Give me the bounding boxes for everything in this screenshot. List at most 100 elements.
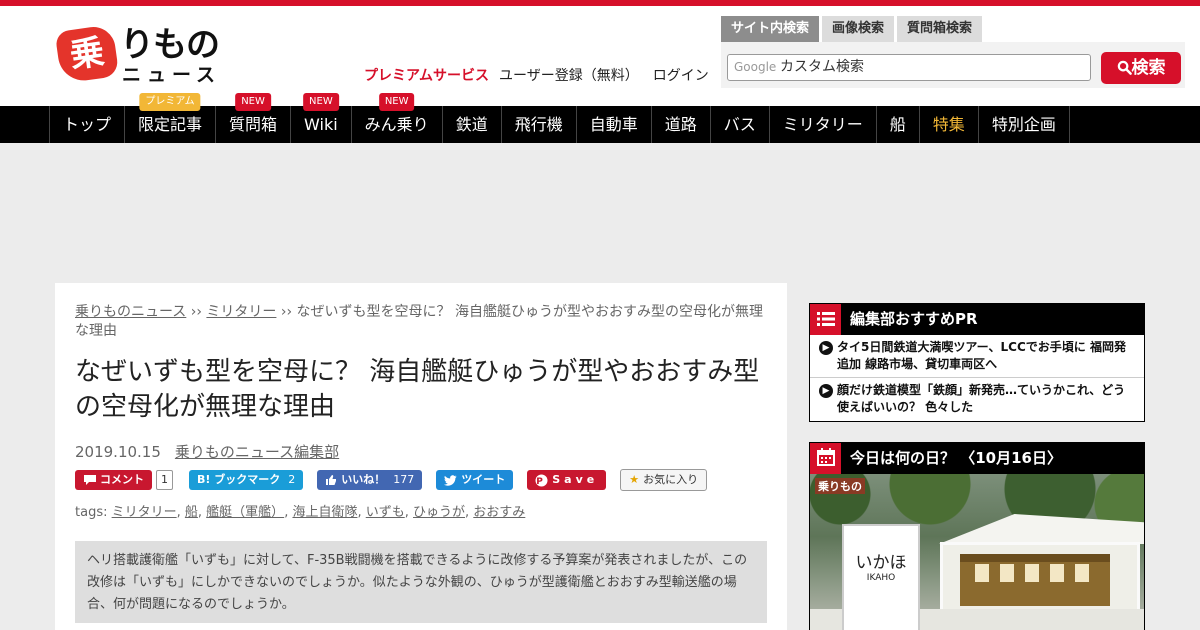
- article-tags: tags: ミリタリー, 船, 艦艇（軍艦）, 海上自衛隊, いずも, ひゅうが…: [75, 505, 526, 520]
- chevron-right-icon: ▶: [819, 384, 833, 398]
- article-date: 2019.10.15: [75, 443, 161, 461]
- tweet-button[interactable]: ツイート: [436, 470, 514, 490]
- nav-item-aircraft[interactable]: 飛行機: [502, 106, 577, 143]
- favorite-label: お気に入り: [643, 473, 699, 486]
- tag-link[interactable]: 海上自衛隊: [292, 505, 357, 520]
- favorite-button[interactable]: ★ お気に入り: [620, 469, 708, 491]
- search-button-label: 検索: [1131, 58, 1166, 78]
- register-link[interactable]: ユーザー登録（無料）: [499, 66, 639, 86]
- logo-mark: 乗: [67, 31, 107, 77]
- today-photo[interactable]: いかほ IKAHO 乗りもの: [810, 474, 1144, 630]
- pr-item-text: タイ5日間鉄道大満喫ツアー、LCCでお手頃に 福岡発追加 線路市場、貸切車両区へ: [837, 340, 1126, 371]
- tag-link[interactable]: 船: [185, 505, 198, 520]
- nav-item-wiki[interactable]: NEW Wiki: [291, 93, 352, 143]
- article-author[interactable]: 乗りものニュース編集部: [175, 443, 339, 461]
- like-label: いいね！: [341, 473, 386, 486]
- header-links: プレミアムサービス ユーザー登録（無料） ログイン: [364, 66, 723, 86]
- site-header: 乗 りもの ニュース サイト内検索 画像検索 質問箱検索 カスタム検索 Goog…: [0, 6, 1200, 106]
- breadcrumb-separator: ››: [276, 304, 297, 320]
- station-sign-romaji: IKAHO: [866, 573, 896, 583]
- tag-link[interactable]: ひゅうが: [413, 505, 465, 520]
- calendar-icon: [810, 443, 841, 474]
- nav-label: 鉄道: [455, 115, 488, 134]
- nav-item-features[interactable]: 特集: [920, 106, 979, 143]
- facebook-like-button[interactable]: いいね！ 177: [317, 470, 423, 490]
- like-count: 177: [393, 473, 415, 486]
- nav-label: 特別企画: [991, 115, 1056, 134]
- tab-image-search[interactable]: 画像検索: [822, 16, 895, 42]
- login-link[interactable]: ログイン: [653, 66, 709, 86]
- nav-item-military[interactable]: ミリタリー: [770, 106, 877, 143]
- hatena-label: B! ブックマーク: [197, 473, 281, 486]
- breadcrumb-category[interactable]: ミリタリー: [206, 304, 276, 320]
- nav-items: トップ プレミアム 限定記事 NEW 質問箱 NEW Wiki NEW みん乗り 鉄道 …: [49, 93, 1070, 143]
- nav-label: Wiki: [304, 115, 338, 134]
- editor-picks-title: 編集部おすすめPR: [850, 310, 978, 328]
- today-in-history-box: 今日は何の日？ 〈10月16日〉 いかほ IKAHO 乗りもの: [809, 442, 1145, 630]
- logo-text-top: りもの: [120, 25, 220, 65]
- premium-service-link[interactable]: プレミアムサービス: [364, 66, 489, 86]
- tab-question-search[interactable]: 質問箱検索: [897, 16, 983, 42]
- thumbs-up-icon: [326, 475, 337, 485]
- pinterest-icon: P: [535, 474, 548, 487]
- pr-item[interactable]: ▶ タイ5日間鉄道大満喫ツアー、LCCでお手頃に 福岡発追加 線路市場、貸切車両…: [810, 335, 1144, 378]
- breadcrumb: 乗りものニュース ›› ミリタリー ›› なぜいずも型を空母に？ 海自艦艇ひゅう…: [75, 303, 765, 341]
- nav-label: 船: [889, 115, 906, 134]
- search-icon: [1117, 60, 1132, 75]
- main-nav: トップ プレミアム 限定記事 NEW 質問箱 NEW Wiki NEW みん乗り 鉄道 …: [0, 93, 1200, 143]
- photo-tram-window: [1025, 564, 1039, 582]
- nav-item-top[interactable]: トップ: [50, 106, 126, 143]
- pr-item[interactable]: ▶ 顔だけ鉄道模型「鉄顔」新発売…ていうかこれ、どう使えばいいの？ 色々した: [810, 378, 1144, 420]
- chevron-right-icon: ▶: [819, 341, 833, 355]
- tag-link[interactable]: ミリタリー: [112, 505, 177, 520]
- today-header: 今日は何の日？ 〈10月16日〉: [810, 443, 1144, 474]
- nav-item-road[interactable]: 道路: [652, 106, 711, 143]
- nav-label: 限定記事: [138, 115, 203, 134]
- nav-label: みん乗り: [364, 115, 429, 134]
- premium-badge: プレミアム: [139, 93, 201, 111]
- site-logo[interactable]: 乗 りもの ニュース: [54, 24, 228, 88]
- today-title: 今日は何の日？ 〈10月16日〉: [850, 449, 1062, 467]
- article-meta: 2019.10.15 乗りものニュース編集部: [75, 441, 339, 462]
- comment-label: コメント: [100, 473, 144, 486]
- search-button[interactable]: 検索: [1101, 52, 1181, 84]
- photo-tram-window: [975, 564, 989, 582]
- photo-watermark: 乗りもの: [815, 478, 865, 494]
- station-sign: いかほ IKAHO: [842, 524, 920, 630]
- article-lead: ヘリ搭載護衛艦「いずも」に対して、F-35B戦闘機を搭載できるように改修する予算…: [75, 541, 767, 623]
- nav-item-ship[interactable]: 船: [877, 106, 920, 143]
- nav-item-bus[interactable]: バス: [711, 106, 770, 143]
- nav-item-minnori[interactable]: NEW みん乗り: [352, 93, 443, 143]
- editor-picks-header: 編集部おすすめPR: [810, 304, 1144, 335]
- logo-text-bottom: ニュース: [122, 64, 222, 86]
- nav-item-questions[interactable]: NEW 質問箱: [216, 93, 292, 143]
- photo-tram-window: [1000, 564, 1014, 582]
- nav-item-car[interactable]: 自動車: [577, 106, 652, 143]
- hatena-count: 2: [288, 473, 296, 486]
- article: 乗りものニュース ›› ミリタリー ›› なぜいずも型を空母に？ 海自艦艇ひゅう…: [55, 283, 787, 630]
- tags-label: tags:: [75, 505, 112, 520]
- share-buttons: コメント 1 B! ブックマーク 2 いいね！ 177 ツイート P Save ★ …: [75, 469, 708, 491]
- tag-link[interactable]: いずも: [366, 505, 405, 520]
- photo-tram-window: [1075, 564, 1089, 582]
- nav-label: 質問箱: [229, 115, 278, 134]
- pin-label: Save: [552, 473, 599, 486]
- nav-item-special[interactable]: 特別企画: [979, 106, 1070, 143]
- nav-label: 特集: [932, 115, 965, 134]
- nav-label: トップ: [63, 115, 112, 134]
- breadcrumb-separator: ››: [186, 304, 207, 320]
- tab-site-search[interactable]: サイト内検索: [721, 16, 820, 42]
- hatena-bookmark-button[interactable]: B! ブックマーク 2: [189, 470, 304, 490]
- tag-link[interactable]: 艦艇（軍艦）: [206, 505, 284, 520]
- new-badge: NEW: [235, 93, 271, 111]
- nav-item-premium-articles[interactable]: プレミアム 限定記事: [125, 93, 217, 143]
- nav-item-railway[interactable]: 鉄道: [443, 106, 502, 143]
- comment-button[interactable]: コメント: [75, 470, 152, 490]
- speech-bubble-icon: [84, 475, 96, 485]
- nav-label: 自動車: [589, 115, 638, 134]
- pinterest-save-button[interactable]: P Save: [527, 470, 607, 490]
- tag-link[interactable]: おおすみ: [473, 505, 525, 520]
- breadcrumb-home[interactable]: 乗りものニュース: [75, 304, 186, 320]
- station-sign-name: いかほ: [855, 553, 907, 573]
- search-input[interactable]: カスタム検索: [727, 54, 1091, 81]
